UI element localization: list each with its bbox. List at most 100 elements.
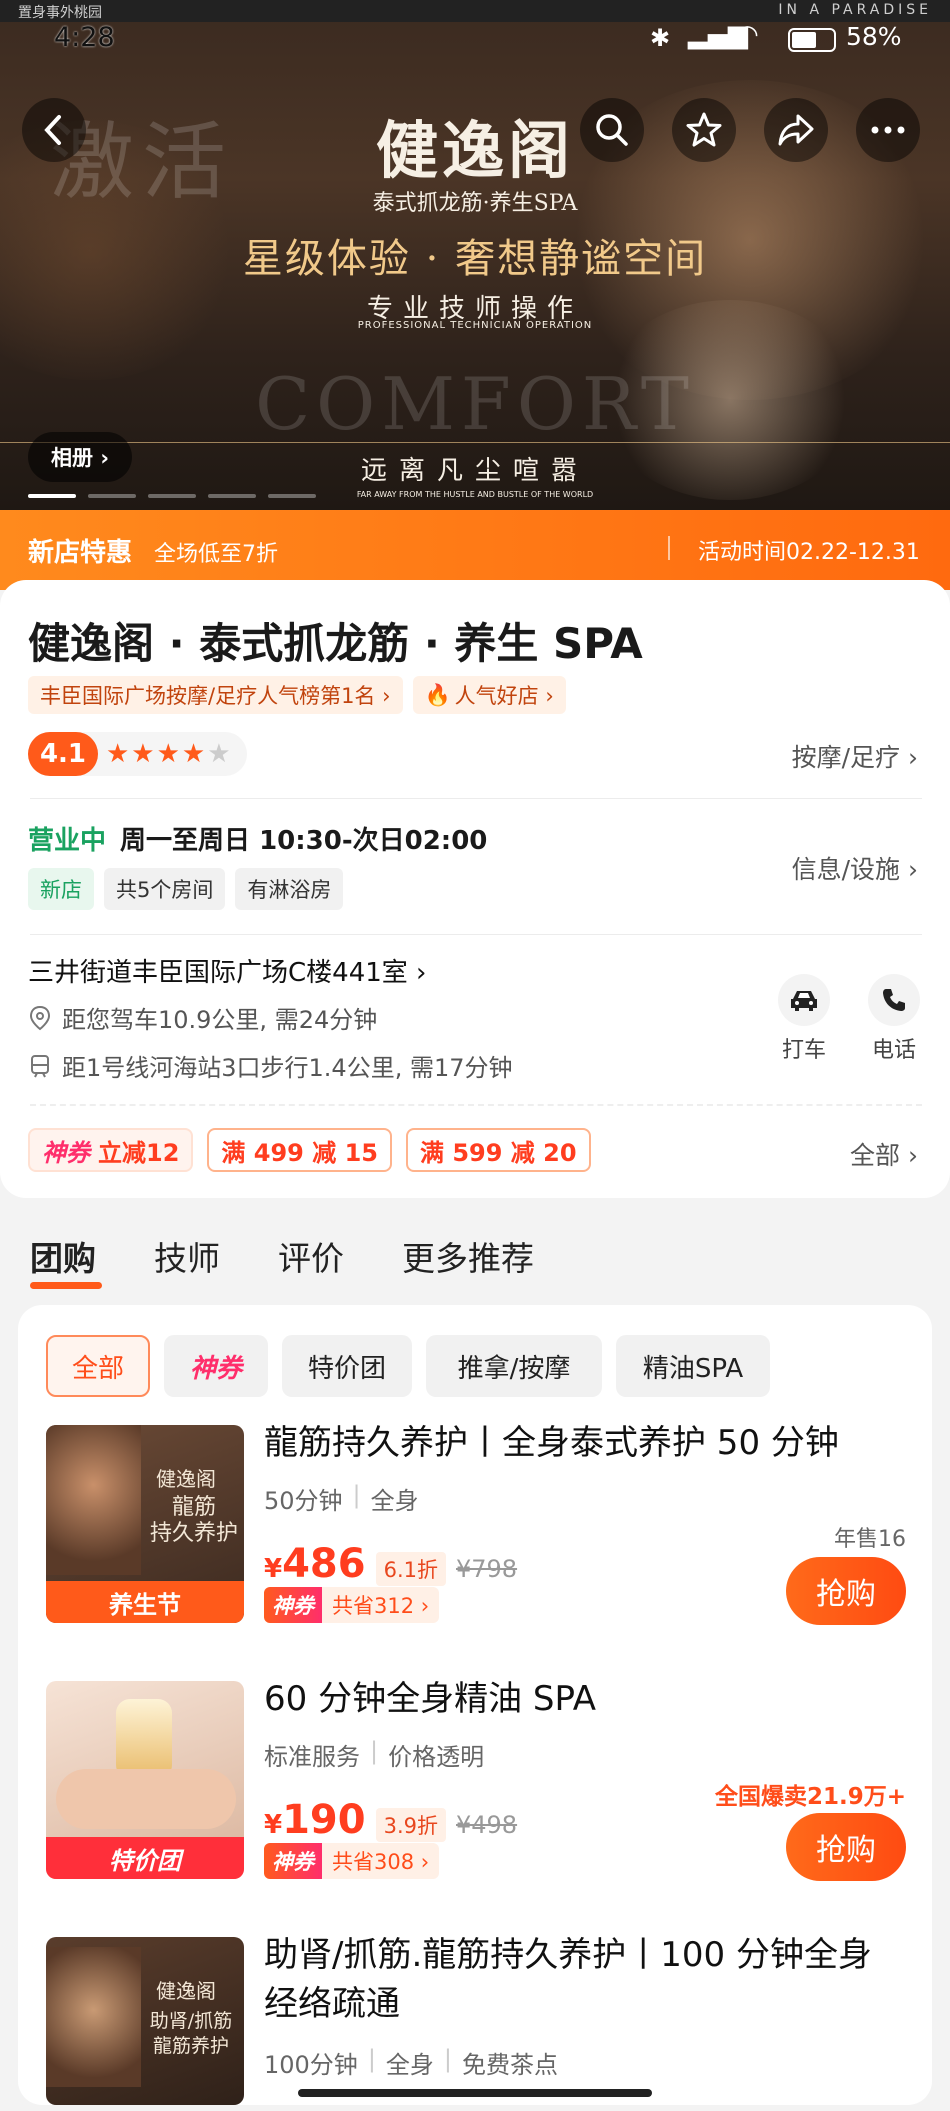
buy-button[interactable]: 抢购 [786,1813,906,1881]
home-indicator[interactable] [298,2089,652,2097]
shop-info-card: 健逸阁 · 泰式抓龙筋 · 养生 SPA 丰臣国际广场按摩/足疗人气榜第1名 ›… [0,580,950,1198]
car-icon [778,974,830,1026]
back-button[interactable] [22,98,86,162]
carousel-dot [88,494,136,498]
deal-price-row: ¥190 3.9折 ¥498 [264,1797,517,1843]
tab-more-recommend[interactable]: 更多推荐 [402,1232,534,1280]
deal-item[interactable]: 健逸阁 助肾/抓筋 龍筋养护 助肾/抓筋.龍筋持久养护丨100 分钟全身经络疏通… [46,1935,906,2107]
deal-discount: 6.1折 [375,1552,446,1586]
hero-slogan: 星级体验 · 奢想静谧空间 [242,236,708,282]
new-store-tag: 新店 [28,868,94,910]
hero-subline-en: PROFESSIONAL TECHNICIAN OPERATION [357,320,593,331]
star-icon [686,112,722,147]
deal-shenquan-badge: 神券 共省312 › [264,1587,440,1623]
info-facility-link[interactable]: 信息/设施 › [792,850,918,886]
filter-massage[interactable]: 推拿/按摩 [426,1335,602,1397]
phone-button[interactable]: 电话 [866,974,922,1064]
metro-icon [31,1054,49,1077]
deal-title: 60 分钟全身精油 SPA [264,1679,597,1719]
rooms-tag: 共5个房间 [104,868,226,910]
shop-address[interactable]: 三井街道丰臣国际广场C楼441室 › [28,952,426,989]
facility-tags: 新店 共5个房间 有淋浴房 [28,868,344,910]
deal-price-row: ¥486 6.1折 ¥798 [264,1541,517,1587]
taxi-label: 打车 [781,1038,826,1063]
deal-scope: 全身 [385,2051,434,2079]
hero-bottom-text: 远离凡尘喧嚣 [360,456,589,486]
category-link[interactable]: 按摩/足疗 › [792,738,918,774]
hot-tag-label: 人气好店 › [454,684,554,708]
divider [30,798,922,799]
deal-duration: 50分钟 [264,1487,343,1515]
deal-thumbnail: 健逸阁 龍筋 持久养护 养生节 [46,1425,244,1623]
battery-percent: 58% [846,22,902,51]
price-currency: ¥ [264,1810,283,1840]
coupon-599[interactable]: 满 599 减 20 [405,1128,591,1172]
deal-price: 190 [282,1797,366,1843]
filter-chips: 全部 神券 特价团 推拿/按摩 精油SPA [46,1335,770,1397]
deal-service-tag: 标准服务 [264,1743,360,1771]
promo-desc: 全场低至7折 [154,542,278,567]
battery-icon [788,28,836,52]
carousel-indicator [28,494,316,498]
deal-thumb-logo: 健逸阁 [156,1979,216,2003]
share-icon [778,114,814,146]
filter-all[interactable]: 全部 [46,1335,150,1397]
metro-row: 距1号线河海站3口步行1.4公里, 需17分钟 [28,1048,513,1083]
deal-extra: 免费茶点 [462,2051,558,2079]
rating-stars-icon: ★★★★★ [106,739,233,769]
deal-item[interactable]: 特价团 60 分钟全身精油 SPA 标准服务 | 价格透明 ¥190 3.9折 ¥4… [46,1679,906,1881]
deal-thumbnail: 健逸阁 助肾/抓筋 龍筋养护 [46,1937,244,2105]
filter-special[interactable]: 特价团 [282,1335,412,1397]
taxi-button[interactable]: 打车 [776,974,832,1064]
deal-sales: 年售16 [834,1527,906,1552]
share-button[interactable] [764,98,828,162]
rating-badge[interactable]: 4.1 ★★★★★ [28,732,247,776]
search-button[interactable] [580,98,644,162]
top-strip-right: IN A PARADISE [778,2,932,18]
hot-tag[interactable]: 🔥 人气好店 › [412,676,566,714]
divider [30,934,922,935]
carousel-dot [148,494,196,498]
top-strip-left: 置身事外桃园 [18,5,102,21]
back-icon [44,115,61,145]
deal-discount: 3.9折 [375,1808,446,1842]
deal-title: 龍筋持久养护丨全身泰式养护 50 分钟 [264,1423,839,1463]
deal-item[interactable]: 健逸阁 龍筋 持久养护 养生节 龍筋持久养护丨全身泰式养护 50 分钟 50分钟… [46,1423,906,1625]
deal-subtitle: 100分钟 | 全身 | 免费茶点 [264,2045,558,2080]
section-tabs: 团购 技师 评价 更多推荐 [30,1232,534,1289]
promo-divider [668,536,670,560]
shenquan-label: 神券 [264,1587,322,1623]
filter-shenquan[interactable]: 神券 [164,1335,268,1397]
filter-oil-spa[interactable]: 精油SPA [616,1335,770,1397]
deal-duration: 100分钟 [264,2051,358,2079]
hero-divider [0,442,950,443]
coupons-all-link[interactable]: 全部 › [850,1136,918,1172]
hero-watermark-en: COMFORT [255,362,695,446]
divider [30,1104,922,1106]
promo-banner[interactable]: 新店特惠 全场低至7折 活动时间02.22-12.31 [0,510,950,590]
sub-separator: | [352,1481,361,1509]
coupon-text: 立减12 [98,1138,180,1167]
deal-shenquan-badge: 神券 共省308 › [264,1843,440,1879]
status-bar: 4:28 ✱ ▂▄▆ ◠ 58% [0,20,950,62]
coupon-499[interactable]: 满 499 减 15 [207,1128,392,1172]
deal-title: 助肾/抓筋.龍筋持久养护丨100 分钟全身经络疏通 [264,1935,872,2025]
coupon-shenquan[interactable]: 神券 立减12 [28,1128,194,1172]
rank-tag[interactable]: 丰臣国际广场按摩/足疗人气榜第1名 › [28,676,403,714]
hours-row: 营业中 周一至周日 10:30-次日02:00 [28,820,487,857]
open-hours: 周一至周日 10:30-次日02:00 [120,826,488,856]
rating-score: 4.1 [28,732,98,776]
tab-group-buy[interactable]: 团购 [30,1232,102,1289]
more-button[interactable] [856,98,920,162]
hero-banner[interactable]: 置身事外桃园 IN A PARADISE 4:28 ✱ ▂▄▆ ◠ 58% 激活… [0,0,950,510]
deal-original-price: ¥498 [456,1811,518,1839]
more-icon [871,126,905,134]
deal-savings: 共省308 › [322,1843,440,1879]
buy-button[interactable]: 抢购 [786,1557,906,1625]
promo-title: 新店特惠 [28,538,133,568]
favorite-button[interactable] [672,98,736,162]
album-button[interactable]: 相册 › [28,432,132,482]
tab-reviews[interactable]: 评价 [278,1232,344,1280]
tab-technician[interactable]: 技师 [154,1232,220,1280]
tab-indicator [30,1282,102,1289]
